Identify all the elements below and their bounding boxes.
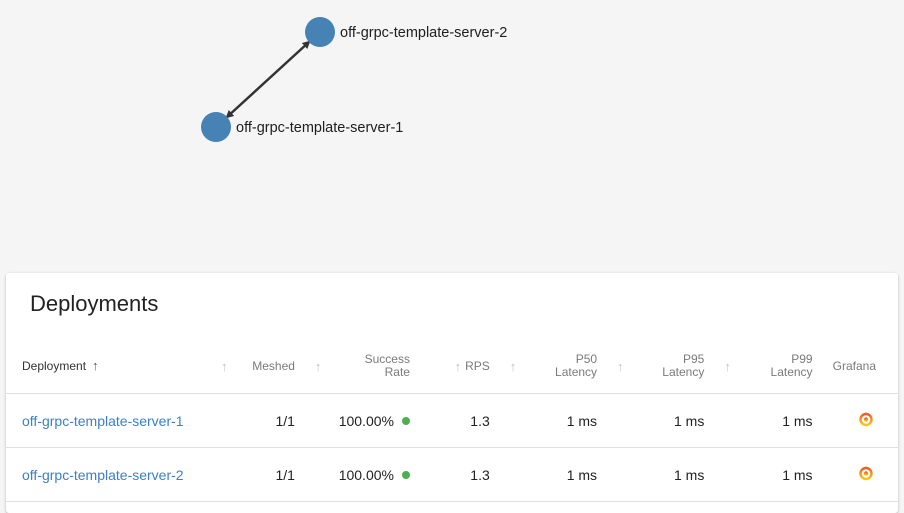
col-p95-label-2: Latency bbox=[662, 365, 705, 379]
graph-node-label-server-2: off-grpc-template-server-2 bbox=[340, 25, 507, 41]
cell-p99: 1 ms bbox=[714, 447, 823, 502]
col-deployment-header[interactable]: Deployment ↑ bbox=[6, 339, 211, 394]
cell-success-rate: 100.00% bbox=[304, 393, 420, 448]
cell-p95: 1 ms bbox=[607, 393, 715, 448]
sort-arrow-up-icon: ↑ bbox=[220, 358, 228, 374]
cell-deployment: off-grpc-template-server-2 bbox=[6, 447, 211, 502]
success-rate-value: 100.00% bbox=[338, 466, 394, 483]
sort-arrow-up-icon: ↑ bbox=[92, 358, 99, 373]
deployments-title: Deployments bbox=[30, 291, 159, 316]
deployments-card: Deployments Deployment ↑ ↑ Meshed ↑ Success… bbox=[6, 273, 898, 513]
col-rps-header[interactable]: ↑ RPS bbox=[419, 339, 500, 394]
cell-p99: 1 ms bbox=[714, 393, 823, 448]
cell-rps: 1.3 bbox=[419, 447, 500, 502]
cell-grafana bbox=[822, 393, 898, 448]
cell-meshed: 1/1 bbox=[210, 447, 305, 502]
col-p99-label-2: Latency bbox=[770, 365, 813, 379]
col-rps-label: RPS bbox=[465, 358, 490, 373]
col-p99-label-1: P99 bbox=[791, 352, 813, 366]
grafana-icon[interactable] bbox=[858, 411, 874, 430]
table-row: off-grpc-template-server-2 1/1 100.00% 1… bbox=[6, 447, 898, 502]
cell-success-rate: 100.00% bbox=[304, 447, 420, 502]
topology-graph: off-grpc-template-server-2 off-grpc-temp… bbox=[0, 0, 904, 272]
col-p95-label-1: P95 bbox=[682, 352, 705, 366]
col-p99-header[interactable]: ↑ P99 Latency bbox=[714, 339, 823, 394]
cell-p50: 1 ms bbox=[499, 447, 608, 502]
col-meshed-header[interactable]: ↑ Meshed bbox=[210, 339, 305, 394]
col-grafana-header: Grafana bbox=[822, 339, 898, 394]
table-header-row: Deployment ↑ ↑ Meshed ↑ Success Rate ↑ RPS ↑ P… bbox=[6, 339, 898, 394]
deployment-link[interactable]: off-grpc-template-server-2 bbox=[22, 467, 184, 483]
col-success-rate-header[interactable]: ↑ Success Rate bbox=[304, 339, 420, 394]
col-success-rate-label-1: Success bbox=[364, 352, 410, 366]
col-p95-header[interactable]: ↑ P95 Latency bbox=[607, 339, 715, 394]
graph-node-label-server-1: off-grpc-template-server-1 bbox=[236, 120, 403, 136]
cell-meshed: 1/1 bbox=[210, 393, 305, 448]
graph-node-server-2[interactable] bbox=[305, 17, 335, 47]
status-dot-icon bbox=[401, 470, 410, 479]
col-deployment-label: Deployment bbox=[22, 359, 87, 373]
graph-node-server-1[interactable] bbox=[201, 112, 231, 142]
col-p50-header[interactable]: ↑ P50 Latency bbox=[499, 339, 608, 394]
table-row: off-grpc-template-server-1 1/1 100.00% 1… bbox=[6, 393, 898, 448]
cell-p95: 1 ms bbox=[607, 447, 715, 502]
col-p50-label-1: P50 bbox=[575, 352, 598, 366]
cell-p50: 1 ms bbox=[499, 393, 608, 448]
success-rate-value: 100.00% bbox=[338, 412, 394, 429]
col-grafana-label: Grafana bbox=[832, 358, 876, 373]
sort-arrow-up-icon: ↑ bbox=[454, 358, 462, 374]
cell-deployment: off-grpc-template-server-1 bbox=[6, 393, 211, 448]
sort-arrow-up-icon: ↑ bbox=[724, 358, 731, 374]
status-dot-icon bbox=[401, 416, 410, 425]
col-p50-label-2: Latency bbox=[555, 365, 598, 379]
deployment-link[interactable]: off-grpc-template-server-1 bbox=[22, 413, 184, 429]
col-success-rate-label-2: Rate bbox=[384, 365, 410, 379]
col-meshed-label: Meshed bbox=[252, 358, 295, 373]
sort-arrow-up-icon: ↑ bbox=[314, 358, 322, 374]
sort-arrow-up-icon: ↑ bbox=[509, 358, 517, 374]
topology-graph-svg: off-grpc-template-server-2 off-grpc-temp… bbox=[201, 17, 507, 142]
grafana-icon[interactable] bbox=[858, 465, 874, 484]
cell-grafana bbox=[822, 447, 898, 502]
cell-rps: 1.3 bbox=[419, 393, 500, 448]
deployments-table: Deployment ↑ ↑ Meshed ↑ Success Rate ↑ RPS ↑ P… bbox=[6, 339, 898, 502]
sort-arrow-up-icon: ↑ bbox=[617, 358, 624, 374]
graph-edge bbox=[225, 40, 311, 119]
